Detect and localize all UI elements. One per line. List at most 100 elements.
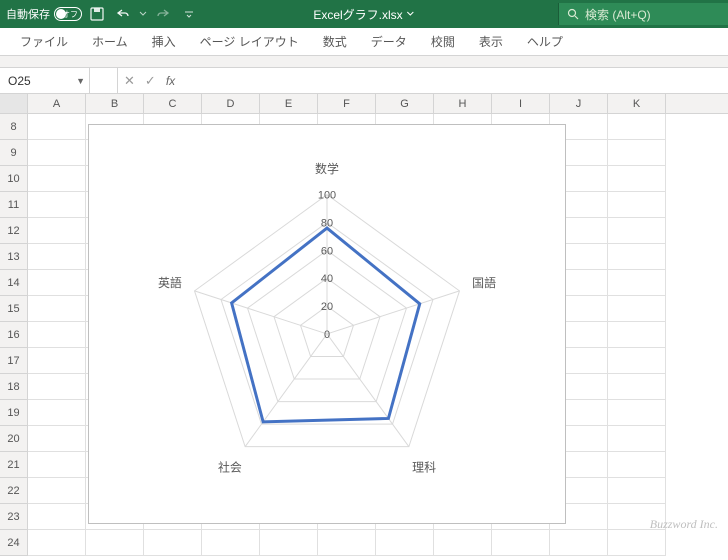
worksheet[interactable]: ABCDEFGHIJK 8910111213141516171819202122… — [0, 94, 728, 560]
cell[interactable] — [202, 530, 260, 556]
cell[interactable] — [28, 322, 86, 348]
col-head-I[interactable]: I — [492, 94, 550, 113]
svg-text:英語: 英語 — [158, 275, 182, 290]
cell[interactable] — [492, 530, 550, 556]
cell[interactable] — [608, 114, 666, 140]
autosave-label: 自動保存 — [6, 6, 50, 22]
cell[interactable] — [608, 348, 666, 374]
col-head-E[interactable]: E — [260, 94, 318, 113]
cell[interactable] — [28, 374, 86, 400]
cell[interactable] — [28, 400, 86, 426]
cell[interactable] — [28, 270, 86, 296]
col-head-C[interactable]: C — [144, 94, 202, 113]
cell[interactable] — [608, 374, 666, 400]
cell[interactable] — [28, 296, 86, 322]
row-head[interactable]: 23 — [0, 504, 28, 530]
cell[interactable] — [608, 452, 666, 478]
row-head[interactable]: 18 — [0, 374, 28, 400]
tab-挿入[interactable]: 挿入 — [140, 28, 188, 56]
row-head[interactable]: 16 — [0, 322, 28, 348]
select-all-corner[interactable] — [0, 94, 28, 113]
col-head-G[interactable]: G — [376, 94, 434, 113]
cell[interactable] — [608, 192, 666, 218]
cell[interactable] — [28, 114, 86, 140]
col-head-F[interactable]: F — [318, 94, 376, 113]
cell[interactable] — [608, 530, 666, 556]
cell[interactable] — [608, 478, 666, 504]
tab-数式[interactable]: 数式 — [311, 28, 359, 56]
cell[interactable] — [376, 530, 434, 556]
save-icon[interactable] — [86, 3, 108, 25]
cell[interactable] — [28, 504, 86, 530]
row-head[interactable]: 24 — [0, 530, 28, 556]
row-head[interactable]: 15 — [0, 296, 28, 322]
tab-校閲[interactable]: 校閲 — [419, 28, 467, 56]
cell[interactable] — [28, 166, 86, 192]
svg-text:理科: 理科 — [412, 461, 436, 475]
row-head[interactable]: 20 — [0, 426, 28, 452]
row-head[interactable]: 14 — [0, 270, 28, 296]
cell[interactable] — [608, 322, 666, 348]
cell[interactable] — [608, 140, 666, 166]
cell[interactable] — [28, 218, 86, 244]
col-head-D[interactable]: D — [202, 94, 260, 113]
cell[interactable] — [28, 140, 86, 166]
fx-label[interactable]: fx — [166, 74, 175, 88]
cell[interactable] — [28, 244, 86, 270]
col-head-B[interactable]: B — [86, 94, 144, 113]
radar-chart[interactable]: 020406080100数学国語理科社会英語 — [88, 124, 566, 524]
col-head-K[interactable]: K — [608, 94, 666, 113]
row-head[interactable]: 10 — [0, 166, 28, 192]
cancel-formula-icon[interactable]: ✕ — [124, 73, 135, 89]
chevron-down-icon[interactable]: ▼ — [76, 76, 85, 86]
cell[interactable] — [318, 530, 376, 556]
cell[interactable] — [28, 426, 86, 452]
redo-icon[interactable] — [152, 3, 174, 25]
row-head[interactable]: 9 — [0, 140, 28, 166]
cell[interactable] — [28, 192, 86, 218]
tab-ホーム[interactable]: ホーム — [80, 28, 140, 56]
cell[interactable] — [608, 166, 666, 192]
tab-ページ レイアウト[interactable]: ページ レイアウト — [188, 28, 311, 56]
col-head-J[interactable]: J — [550, 94, 608, 113]
cell[interactable] — [28, 530, 86, 556]
row-head[interactable]: 12 — [0, 218, 28, 244]
cell[interactable] — [144, 530, 202, 556]
enter-formula-icon[interactable]: ✓ — [145, 73, 156, 89]
cell[interactable] — [608, 270, 666, 296]
tab-ヘルプ[interactable]: ヘルプ — [515, 28, 575, 56]
col-head-H[interactable]: H — [434, 94, 492, 113]
cell[interactable] — [608, 296, 666, 322]
name-box[interactable]: O25 ▼ — [0, 68, 90, 93]
cell[interactable] — [28, 478, 86, 504]
cell[interactable] — [608, 426, 666, 452]
qat-more-icon[interactable] — [178, 3, 200, 25]
row-head[interactable]: 22 — [0, 478, 28, 504]
search-input[interactable]: 検索 (Alt+Q) — [558, 3, 728, 25]
cell[interactable] — [608, 218, 666, 244]
cell[interactable] — [608, 400, 666, 426]
cell[interactable] — [260, 530, 318, 556]
undo-icon[interactable] — [112, 3, 134, 25]
title-dropdown-icon[interactable] — [407, 10, 415, 18]
cell[interactable] — [28, 348, 86, 374]
cell[interactable] — [86, 530, 144, 556]
tab-表示[interactable]: 表示 — [467, 28, 515, 56]
toggle-switch[interactable]: オフ — [54, 7, 82, 21]
row-head[interactable]: 11 — [0, 192, 28, 218]
cell[interactable] — [28, 452, 86, 478]
tab-ファイル[interactable]: ファイル — [8, 28, 80, 56]
row-head[interactable]: 8 — [0, 114, 28, 140]
autosave-toggle[interactable]: 自動保存 オフ — [6, 6, 82, 22]
title-bar: 自動保存 オフ Excelグラフ.xlsx 検索 (Alt+Q) — [0, 0, 728, 28]
cell[interactable] — [608, 244, 666, 270]
undo-dropdown-icon[interactable] — [138, 3, 148, 25]
tab-データ[interactable]: データ — [359, 28, 419, 56]
cell[interactable] — [434, 530, 492, 556]
cell[interactable] — [550, 530, 608, 556]
row-head[interactable]: 17 — [0, 348, 28, 374]
row-head[interactable]: 13 — [0, 244, 28, 270]
row-head[interactable]: 19 — [0, 400, 28, 426]
col-head-A[interactable]: A — [28, 94, 86, 113]
row-head[interactable]: 21 — [0, 452, 28, 478]
